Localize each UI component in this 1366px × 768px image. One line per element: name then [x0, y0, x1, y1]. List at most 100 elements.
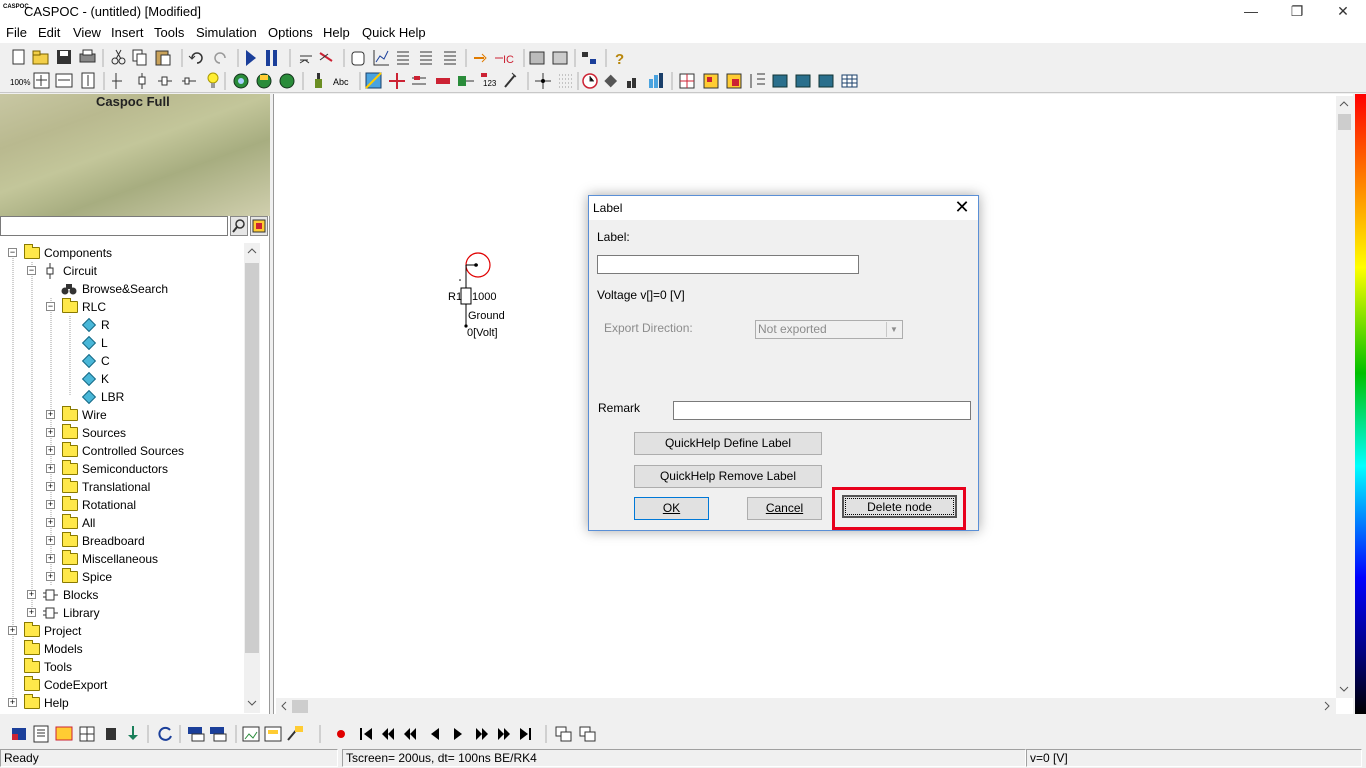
refresh-icon[interactable]: [158, 726, 172, 741]
clock-icon[interactable]: [582, 73, 598, 89]
label-input[interactable]: [597, 255, 859, 274]
expand-icon[interactable]: +: [46, 464, 55, 473]
expand-icon[interactable]: +: [46, 446, 55, 455]
chip-3-icon[interactable]: [818, 74, 834, 88]
document-icon[interactable]: [33, 725, 49, 743]
expand-icon[interactable]: +: [46, 536, 55, 545]
block-red-icon[interactable]: [726, 73, 742, 89]
record-icon[interactable]: [337, 730, 345, 738]
menu-help[interactable]: Help: [323, 25, 350, 40]
print-icon[interactable]: [79, 49, 96, 63]
rewind-icon[interactable]: [404, 728, 416, 740]
scroll-right-icon[interactable]: [1322, 701, 1332, 711]
remark-input[interactable]: [673, 401, 971, 420]
menu-file[interactable]: File: [6, 25, 27, 40]
search-options-button[interactable]: [250, 216, 268, 236]
open-folder-icon[interactable]: [32, 50, 49, 65]
scroll-left-icon[interactable]: [279, 701, 289, 711]
library-icon[interactable]: [529, 51, 545, 65]
minimize-button[interactable]: —: [1228, 0, 1274, 23]
export-direction-select[interactable]: Not exported ▼: [755, 320, 903, 339]
menu-tools[interactable]: Tools: [154, 25, 184, 40]
sort-icon[interactable]: [750, 73, 765, 88]
forward-icon[interactable]: [476, 728, 488, 740]
paste-icon[interactable]: [155, 50, 171, 66]
help-question-icon[interactable]: ?: [615, 51, 624, 68]
fast-forward-icon[interactable]: [498, 728, 510, 740]
import-icon[interactable]: [474, 53, 487, 63]
table-icon[interactable]: [841, 74, 858, 88]
expand-icon[interactable]: +: [27, 608, 36, 617]
redo-icon[interactable]: [214, 52, 226, 64]
cancel-button[interactable]: Cancel: [747, 497, 822, 520]
network-tree-icon[interactable]: [279, 73, 295, 89]
quickhelp-define-label-button[interactable]: QuickHelp Define Label: [634, 432, 822, 455]
expand-icon[interactable]: +: [8, 626, 17, 635]
chip-icon[interactable]: [106, 728, 116, 740]
image-icon[interactable]: [242, 726, 260, 742]
minus-block-icon[interactable]: [436, 78, 450, 84]
horizontal-scroll-thumb[interactable]: [292, 700, 308, 713]
ic-icon[interactable]: IC: [495, 54, 514, 66]
chip-1-icon[interactable]: [772, 74, 788, 88]
expand-icon[interactable]: +: [46, 518, 55, 527]
collapse-icon[interactable]: −: [46, 302, 55, 311]
expand-icon[interactable]: +: [27, 590, 36, 599]
menu-edit[interactable]: Edit: [38, 25, 60, 40]
node-crosshair-icon[interactable]: [535, 73, 551, 89]
light-bulb-icon[interactable]: [207, 72, 219, 88]
probe-pin-icon[interactable]: [315, 73, 322, 88]
edit-pen-icon[interactable]: [287, 726, 303, 741]
abc-text-icon[interactable]: Abc: [333, 77, 349, 87]
step-back-icon[interactable]: [431, 728, 439, 740]
scroll-up-icon[interactable]: [247, 246, 257, 256]
counter-block-icon[interactable]: [55, 726, 73, 741]
goto-start-icon[interactable]: [360, 728, 372, 740]
new-file-icon[interactable]: [12, 49, 25, 65]
search-button[interactable]: [230, 216, 248, 236]
step-simulation-icon[interactable]: [266, 50, 277, 66]
crosshair-icon[interactable]: [389, 73, 405, 89]
tree-scrollbar[interactable]: [244, 243, 260, 713]
scroll-down-icon[interactable]: [1339, 684, 1349, 694]
expand-icon[interactable]: +: [46, 572, 55, 581]
ok-button[interactable]: OK: [634, 497, 709, 520]
quickhelp-remove-label-button[interactable]: QuickHelp Remove Label: [634, 465, 822, 488]
download-arrow-icon[interactable]: [128, 726, 138, 740]
zoom-width-icon[interactable]: [55, 73, 73, 88]
save-icon[interactable]: [57, 50, 71, 64]
network-link-icon[interactable]: [256, 73, 272, 89]
menu-insert[interactable]: Insert: [111, 25, 144, 40]
expand-icon[interactable]: +: [46, 554, 55, 563]
menu-quick-help[interactable]: Quick Help: [362, 25, 426, 40]
export-image-icon[interactable]: [264, 726, 282, 742]
bars-small-icon[interactable]: [627, 78, 636, 88]
analysis-icon[interactable]: [365, 72, 382, 89]
grid-block-icon[interactable]: [79, 726, 95, 742]
expand-icon[interactable]: +: [46, 482, 55, 491]
align-h-icon[interactable]: [158, 76, 172, 86]
bars-chart-icon[interactable]: [649, 73, 663, 88]
menu-view[interactable]: View: [73, 25, 101, 40]
tree-scroll-thumb[interactable]: [245, 263, 259, 653]
restore-button[interactable]: ❐: [1274, 0, 1320, 23]
undo-icon[interactable]: [188, 52, 203, 64]
align-distribute-icon[interactable]: [182, 77, 196, 85]
window-stack-2-icon[interactable]: [579, 726, 596, 742]
expand-icon[interactable]: +: [46, 428, 55, 437]
fast-rewind-icon[interactable]: [382, 728, 394, 740]
list-check-icon[interactable]: [420, 51, 432, 65]
dialog-close-icon[interactable]: ✕: [952, 197, 972, 217]
list-icon[interactable]: [397, 51, 409, 65]
expand-icon[interactable]: +: [8, 698, 17, 707]
goto-end-icon[interactable]: [520, 728, 531, 740]
vertical-scroll-thumb[interactable]: [1338, 114, 1351, 130]
chart-icon[interactable]: [373, 50, 389, 66]
align-left-icon[interactable]: [112, 73, 122, 89]
menu-options[interactable]: Options: [268, 25, 313, 40]
scroll-up-icon[interactable]: [1339, 99, 1349, 109]
layer-icon[interactable]: [12, 728, 26, 740]
cut-icon[interactable]: [111, 49, 126, 65]
window-cascade-icon[interactable]: [210, 727, 227, 742]
wrench-icon[interactable]: [504, 72, 517, 88]
